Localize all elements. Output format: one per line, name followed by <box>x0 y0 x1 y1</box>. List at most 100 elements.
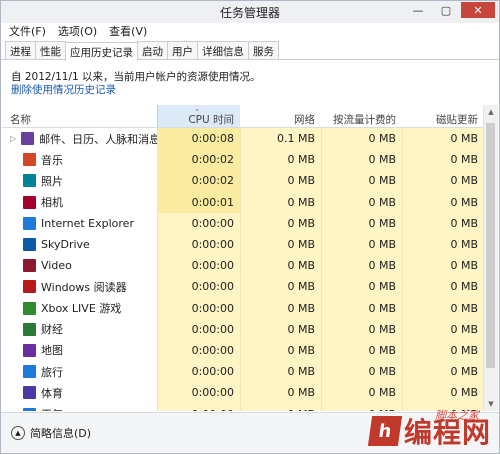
app-name: Xbox LIVE 游戏 <box>41 302 122 316</box>
tab-app-history[interactable]: 应用历史记录 <box>65 42 138 61</box>
metered-network-cell: 0 MB <box>321 297 402 319</box>
app-name: 音乐 <box>41 153 63 167</box>
metered-network-cell: 0 MB <box>321 276 402 298</box>
app-name-cell: Xbox LIVE 游戏 <box>2 298 157 319</box>
network-cell: 0 MB <box>240 361 321 383</box>
cpu-time-cell: 0:00:02 <box>157 149 240 171</box>
network-cell: 0 MB <box>240 318 321 340</box>
menu-view[interactable]: 查看(V) <box>109 23 147 39</box>
tab-processes[interactable]: 进程 <box>5 41 36 59</box>
menu-bar: 文件(F) 选项(O) 查看(V) <box>1 23 499 39</box>
app-icon <box>23 407 36 411</box>
column-header-tile-updates[interactable]: 磁贴更新 <box>402 105 484 127</box>
close-button[interactable]: ✕ <box>461 2 495 18</box>
app-icon <box>23 216 36 230</box>
tab-strip: 进程 性能 应用历史记录 启动 用户 详细信息 服务 <box>1 41 499 61</box>
cpu-time-cell: 0:00:00 <box>157 403 240 411</box>
app-name-cell: 音乐 <box>2 149 157 170</box>
table-row[interactable]: 照片 0:00:02 0 MB 0 MB 0 MB <box>2 170 484 192</box>
app-icon <box>23 386 36 400</box>
table-row[interactable]: SkyDrive 0:00:00 0 MB 0 MB 0 MB <box>2 233 484 256</box>
app-icon <box>23 365 36 379</box>
table-body: ▷邮件、日历、人脉和消息...0:00:080.1 MB0 MB0 MB音乐0:… <box>2 128 484 411</box>
scroll-down-icon[interactable]: ▼ <box>484 397 498 411</box>
tile-updates-cell: 0 MB <box>402 361 484 383</box>
network-cell: 0.1 MB <box>240 128 321 150</box>
menu-options[interactable]: 选项(O) <box>58 23 97 39</box>
scroll-up-icon[interactable]: ▲ <box>484 105 498 119</box>
table-row[interactable]: Xbox LIVE 游戏 0:00:00 0 MB 0 MB 0 MB <box>2 297 484 319</box>
cpu-time-cell: 0:00:00 <box>157 297 240 319</box>
watermark: 脚本之家 h 编程网 <box>367 409 491 451</box>
expand-arrow-icon[interactable]: ▷ <box>10 134 16 143</box>
table-row[interactable]: Video 0:00:00 0 MB 0 MB 0 MB <box>2 255 484 277</box>
watermark-logo-icon: h <box>367 416 403 446</box>
app-name-cell: SkyDrive <box>2 234 157 255</box>
network-cell: 0 MB <box>240 170 321 192</box>
sort-indicator-icon: ⌄ <box>194 105 200 113</box>
cpu-time-cell: 0:00:01 <box>157 191 240 213</box>
app-icon <box>23 174 36 188</box>
fewer-details-label: 简略信息(D) <box>30 427 92 440</box>
delete-history-link[interactable]: 删除使用情况历史记录 <box>11 84 116 96</box>
tab-users[interactable]: 用户 <box>167 41 198 59</box>
metered-network-cell: 0 MB <box>321 170 402 192</box>
tile-updates-cell: 0 MB <box>402 339 484 362</box>
cpu-time-cell: 0:00:00 <box>157 212 240 234</box>
metered-network-cell: 0 MB <box>321 255 402 277</box>
cpu-time-cell: 0:00:00 <box>157 361 240 383</box>
app-icon <box>23 343 36 357</box>
tile-updates-cell: 0 MB <box>402 297 484 319</box>
tile-updates-cell: 0 MB <box>402 233 484 256</box>
chevron-up-icon: ▲ <box>11 426 25 440</box>
scroll-thumb[interactable] <box>486 123 495 368</box>
column-header-metered[interactable]: 按流量计费的网... <box>321 105 402 141</box>
app-name-cell: 天气 <box>2 403 157 411</box>
cpu-time-cell: 0:00:00 <box>157 318 240 340</box>
column-header-name[interactable]: 名称 <box>2 105 157 127</box>
tab-details[interactable]: 详细信息 <box>197 41 249 59</box>
fewer-details-button[interactable]: ▲ 简略信息(D) <box>11 425 91 441</box>
tab-services[interactable]: 服务 <box>248 41 279 59</box>
tab-performance[interactable]: 性能 <box>35 41 66 59</box>
cpu-time-cell: 0:00:00 <box>157 233 240 256</box>
app-name: 照片 <box>41 174 63 188</box>
tile-updates-cell: 0 MB <box>402 191 484 213</box>
app-icon <box>23 238 36 252</box>
table-row[interactable]: Windows 阅读器 0:00:00 0 MB 0 MB 0 MB <box>2 276 484 298</box>
table-row[interactable]: Internet Explorer 0:00:00 0 MB 0 MB 0 MB <box>2 212 484 234</box>
network-cell: 0 MB <box>240 212 321 234</box>
column-header-cpu[interactable]: ⌄ CPU 时间 <box>157 105 240 127</box>
metered-network-cell: 0 MB <box>321 233 402 256</box>
tile-updates-cell: 0 MB <box>402 149 484 171</box>
app-name: 邮件、日历、人脉和消息... <box>39 132 157 146</box>
app-icon <box>23 153 36 167</box>
app-name-cell: 地图 <box>2 340 157 361</box>
tile-updates-cell: 0 MB <box>402 212 484 234</box>
tile-updates-cell: 0 MB <box>402 276 484 298</box>
column-header-network[interactable]: 网络 <box>240 105 321 127</box>
menu-file[interactable]: 文件(F) <box>9 23 46 39</box>
network-cell: 0 MB <box>240 339 321 362</box>
app-icon <box>23 301 36 315</box>
title-bar[interactable]: 任务管理器 — ▢ ✕ <box>1 1 499 23</box>
table-row[interactable]: 天气0:00:000 MB0 MB0 MB <box>2 403 484 411</box>
tile-updates-cell: 0 MB <box>402 255 484 277</box>
app-name: SkyDrive <box>41 238 90 252</box>
minimize-button[interactable]: — <box>405 2 431 18</box>
task-manager-window: 任务管理器 — ▢ ✕ 文件(F) 选项(O) 查看(V) 进程 性能 应用历史… <box>0 0 500 454</box>
table-row[interactable]: 音乐 0:00:02 0 MB 0 MB 0 MB <box>2 149 484 171</box>
table-row[interactable]: ▷邮件、日历、人脉和消息...0:00:080.1 MB0 MB0 MB <box>2 128 484 150</box>
usage-since-text: 自 2012/11/1 以来，当前用户帐户的资源使用情况。 <box>11 71 261 83</box>
table-row[interactable]: 财经 0:00:00 0 MB 0 MB 0 MB <box>2 318 484 340</box>
maximize-button[interactable]: ▢ <box>433 2 459 18</box>
table-row[interactable]: 体育 0:00:00 0 MB 0 MB 0 MB <box>2 382 484 404</box>
table-row[interactable]: 地图 0:00:00 0 MB 0 MB 0 MB <box>2 339 484 362</box>
vertical-scrollbar[interactable]: ▲ ▼ <box>483 105 498 411</box>
tab-startup[interactable]: 启动 <box>137 41 168 59</box>
table-row[interactable]: 旅行 0:00:00 0 MB 0 MB 0 MB <box>2 361 484 383</box>
metered-network-cell: 0 MB <box>321 149 402 171</box>
table-row[interactable]: 相机 0:00:01 0 MB 0 MB 0 MB <box>2 191 484 213</box>
network-cell: 0 MB <box>240 233 321 256</box>
metered-network-cell: 0 MB <box>321 382 402 404</box>
